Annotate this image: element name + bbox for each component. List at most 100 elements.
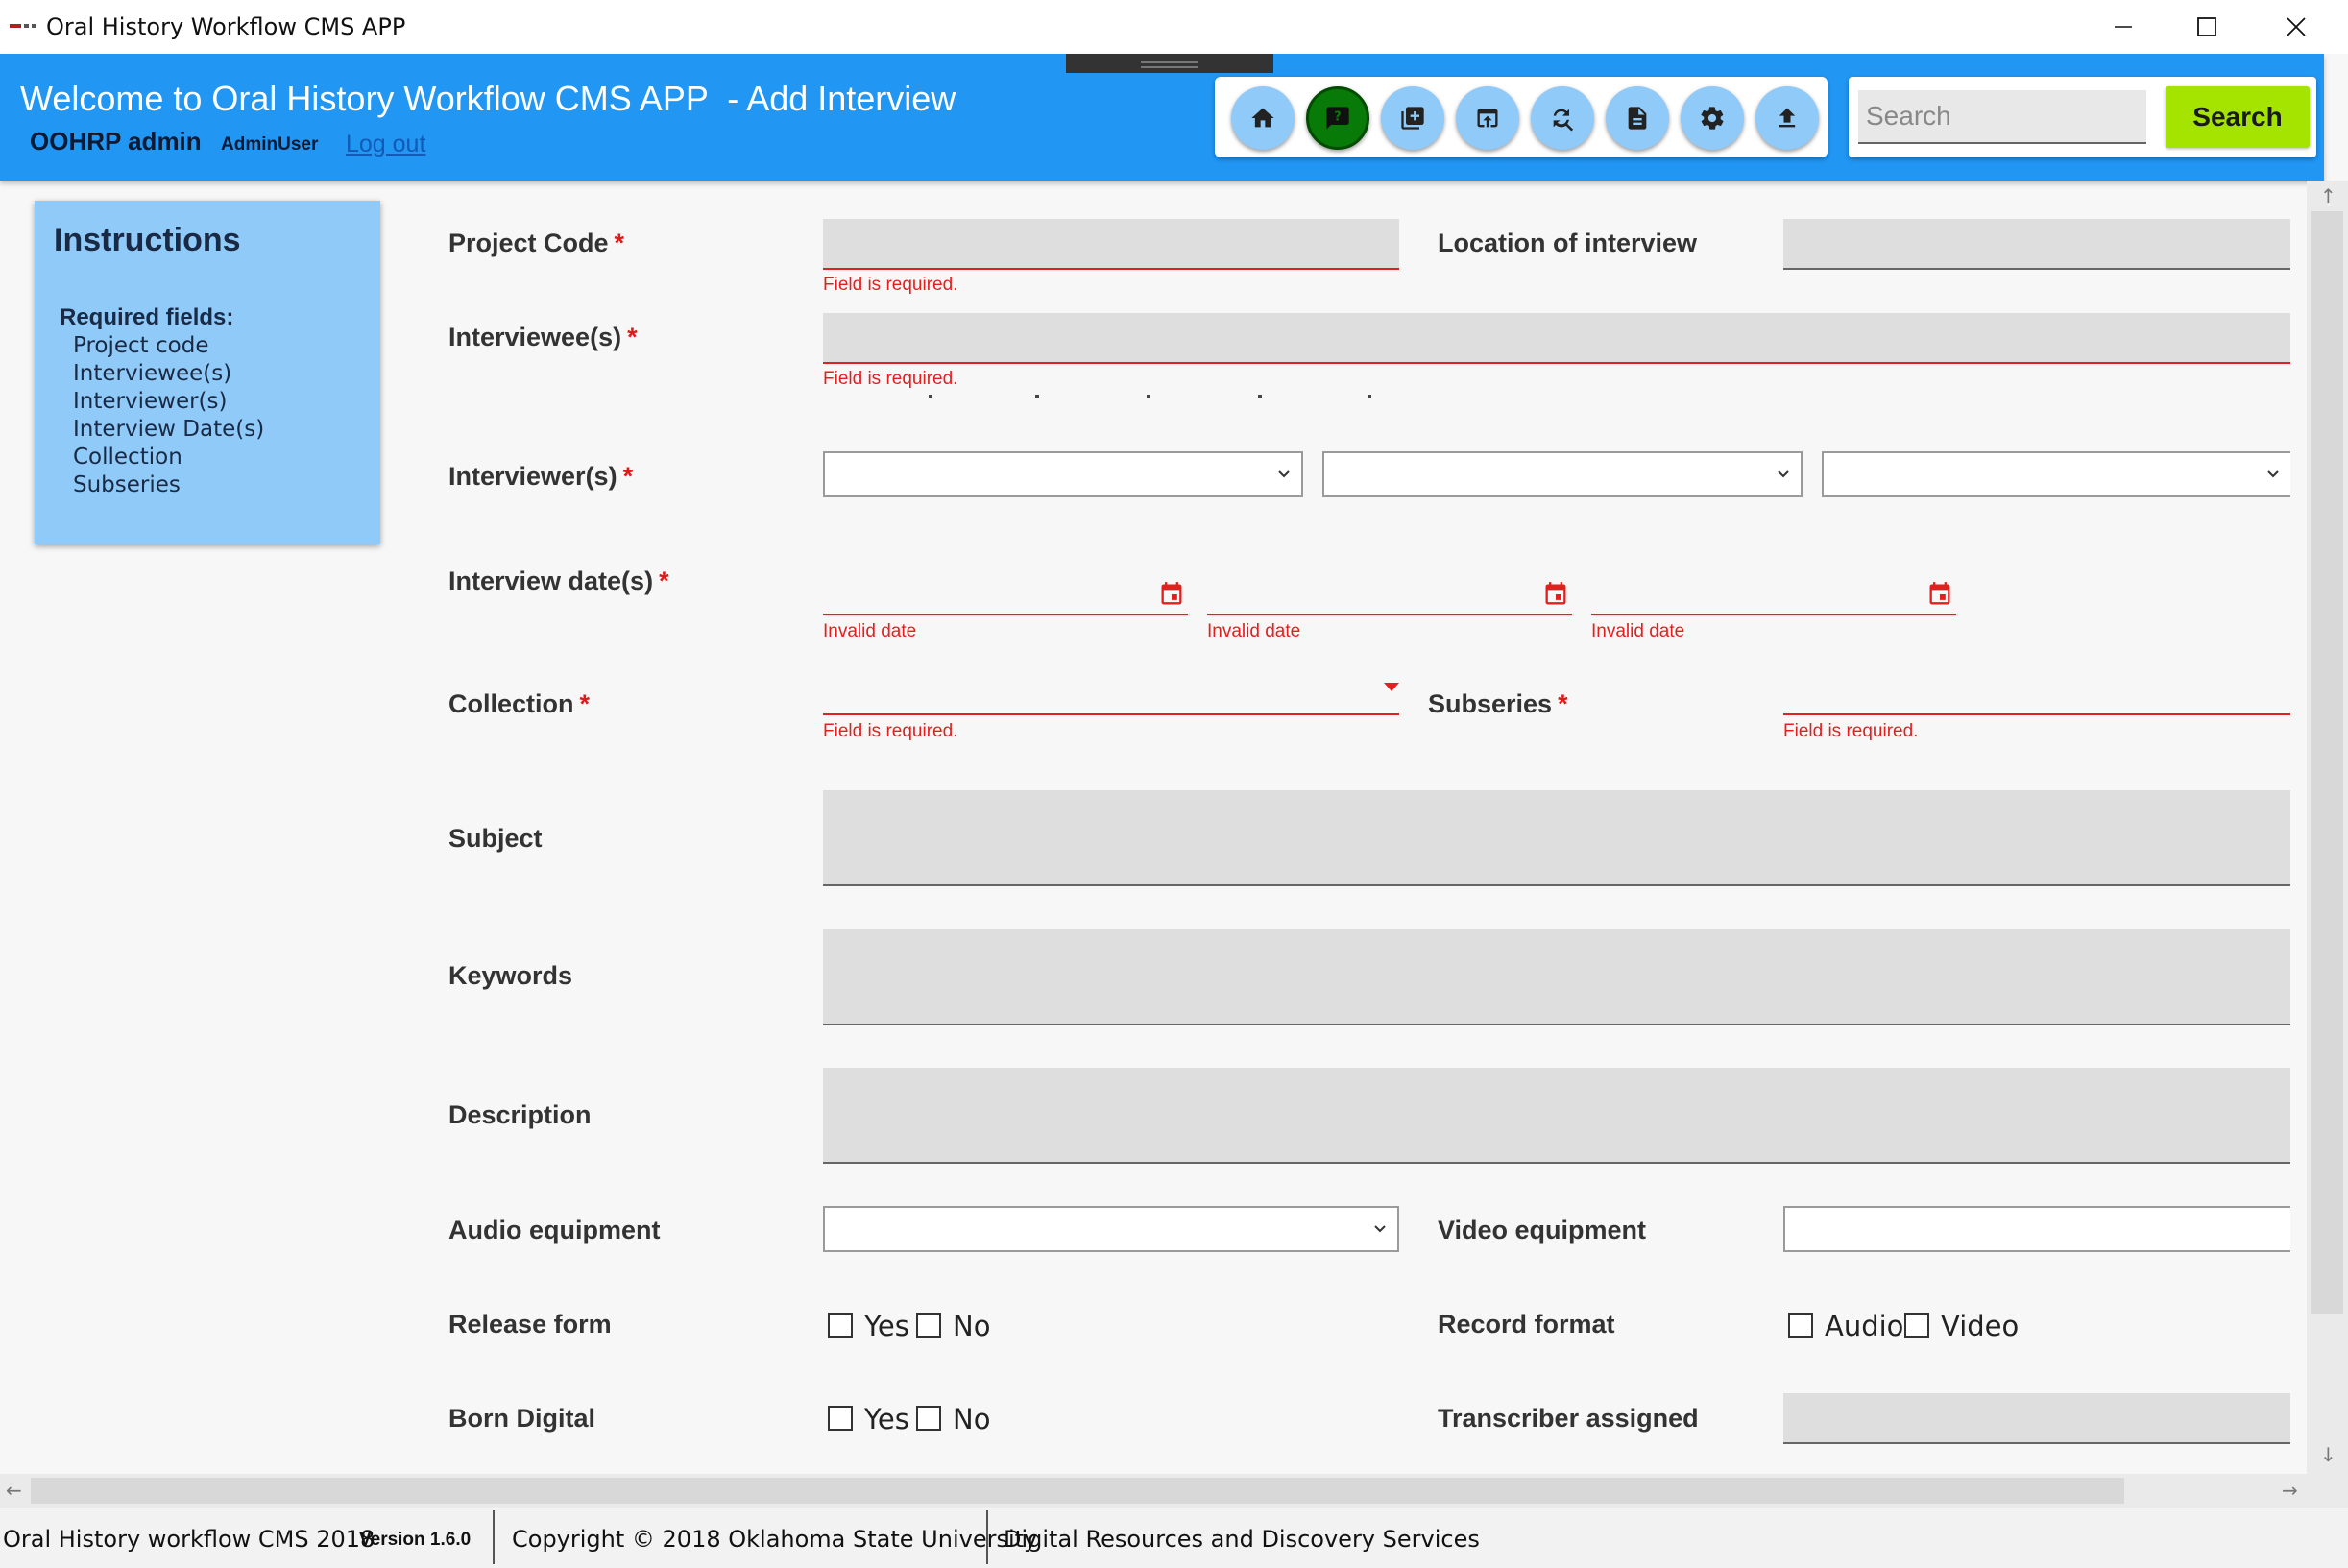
subject-label: Subject — [448, 824, 543, 853]
instructions-title: Instructions — [54, 222, 241, 258]
chevron-down-icon — [1778, 470, 1789, 478]
minimize-button[interactable] — [2079, 0, 2167, 54]
vertical-scrollbar[interactable]: ↑ ↓ — [2307, 181, 2348, 1474]
add-library-icon — [1401, 107, 1424, 130]
calendar-icon[interactable] — [1926, 580, 1953, 609]
description-label: Description — [448, 1100, 592, 1129]
app-header: Welcome to Oral History Workflow CMS APP… — [0, 54, 2324, 181]
record-format-audio-label: Audio — [1825, 1310, 1904, 1342]
project-code-error: Field is required. — [823, 275, 958, 295]
search-button[interactable]: Search — [2166, 86, 2310, 148]
vertical-scroll-thumb[interactable] — [2311, 211, 2343, 1314]
search-box: Search — [1849, 77, 2316, 157]
settings-icon — [1701, 107, 1724, 130]
collection-select[interactable] — [823, 713, 1399, 715]
upload-icon — [1779, 108, 1796, 128]
window-title-bar: Oral History Workflow CMS APP — [0, 0, 2348, 54]
record-format-audio-checkbox[interactable] — [1788, 1313, 1813, 1338]
interview-dates-label: Interview date(s) * — [448, 567, 669, 595]
location-label: Location of interview — [1438, 229, 1698, 257]
keywords-textarea[interactable] — [823, 929, 2290, 1025]
required-fields-list: Project code Interviewee(s) Interviewer(… — [73, 333, 264, 500]
release-form-no-checkbox[interactable] — [916, 1313, 941, 1338]
scroll-down-icon[interactable]: ↓ — [2320, 1443, 2336, 1466]
subject-textarea[interactable] — [823, 790, 2290, 886]
calendar-icon[interactable] — [1542, 580, 1569, 609]
interview-date-1[interactable] — [823, 614, 1188, 615]
calendar-icon[interactable] — [1158, 580, 1185, 609]
description-icon — [1628, 107, 1647, 130]
horizontal-scroll-thumb[interactable] — [31, 1478, 2124, 1504]
user-name: OOHRP admin — [30, 127, 202, 156]
svg-text:?: ? — [1334, 109, 1341, 124]
interview-date-3[interactable] — [1591, 614, 1956, 615]
caret-down-icon[interactable] — [1384, 683, 1399, 691]
footer-copyright: Copyright © 2018 Oklahoma State Universi… — [512, 1526, 1038, 1553]
chevron-down-icon — [1278, 470, 1290, 478]
close-button[interactable] — [2252, 0, 2340, 54]
add-interview-button[interactable] — [1381, 86, 1444, 150]
record-format-video-checkbox[interactable] — [1904, 1313, 1929, 1338]
close-icon — [2287, 17, 2306, 36]
feedback-icon: ? — [1326, 107, 1349, 130]
maximize-button[interactable] — [2163, 0, 2251, 54]
project-code-input[interactable] — [823, 219, 1399, 270]
feedback-button[interactable]: ? — [1306, 86, 1369, 150]
footer-divider — [493, 1510, 495, 1564]
location-input[interactable] — [1783, 219, 2290, 270]
collection-label: Collection * — [448, 689, 591, 718]
upload-button[interactable] — [1755, 86, 1819, 150]
born-digital-yes-label: Yes — [864, 1403, 909, 1435]
list-item: Collection — [73, 445, 182, 470]
release-form-no-label: No — [953, 1310, 991, 1342]
born-digital-no-checkbox[interactable] — [916, 1406, 941, 1431]
search-input[interactable] — [1858, 90, 2146, 144]
open-button[interactable] — [1456, 86, 1519, 150]
window-title: Oral History Workflow CMS APP — [46, 13, 406, 40]
born-digital-no-label: No — [953, 1403, 991, 1435]
interviewer-select-3[interactable] — [1822, 451, 2290, 497]
video-equipment-label: Video equipment — [1438, 1216, 1647, 1244]
documents-button[interactable] — [1606, 86, 1669, 150]
interview-date-2-error: Invalid date — [1207, 621, 1301, 641]
scroll-left-icon[interactable]: ← — [6, 1479, 22, 1502]
page-title: Welcome to Oral History Workflow CMS APP… — [20, 79, 956, 118]
minimize-icon — [2115, 26, 2132, 28]
home-button[interactable] — [1231, 86, 1295, 150]
interviewees-input[interactable] — [823, 313, 2290, 364]
logout-link[interactable]: Log out — [346, 131, 425, 158]
subseries-input[interactable] — [1783, 713, 2290, 715]
audio-equipment-label: Audio equipment — [448, 1216, 661, 1244]
release-form-yes-checkbox[interactable] — [828, 1313, 853, 1338]
list-item: Interviewee(s) — [73, 361, 232, 386]
drag-handle[interactable] — [1066, 54, 1273, 73]
transcriber-input[interactable] — [1783, 1393, 2290, 1444]
list-item: Interview Date(s) — [73, 417, 265, 442]
video-equipment-input[interactable] — [1783, 1206, 2290, 1252]
record-format-video-label: Video — [1941, 1310, 2020, 1342]
audio-equipment-select[interactable] — [823, 1206, 1399, 1252]
main-toolbar: ? — [1215, 77, 1828, 157]
scroll-right-icon[interactable]: → — [2282, 1479, 2298, 1502]
record-format-label: Record format — [1438, 1310, 1615, 1339]
find-replace-button[interactable] — [1531, 86, 1594, 150]
interviewer-select-1[interactable] — [823, 451, 1303, 497]
interviewer-select-2[interactable] — [1322, 451, 1803, 497]
chip-dot — [1147, 395, 1150, 398]
subseries-error: Field is required. — [1783, 721, 1919, 741]
description-textarea[interactable] — [823, 1068, 2290, 1164]
footer-department: Digital Resources and Discovery Services — [1004, 1526, 1480, 1553]
born-digital-yes-checkbox[interactable] — [828, 1406, 853, 1431]
app-icon — [10, 21, 38, 31]
born-digital-label: Born Digital — [448, 1404, 595, 1433]
instructions-panel: Instructions Required fields: Project co… — [35, 201, 380, 544]
interview-date-2[interactable] — [1207, 614, 1572, 615]
settings-button[interactable] — [1681, 86, 1744, 150]
keywords-label: Keywords — [448, 961, 573, 990]
list-item: Project code — [73, 333, 209, 358]
horizontal-scrollbar[interactable]: ← → — [0, 1474, 2348, 1508]
chip-dot — [1258, 395, 1262, 398]
scroll-up-icon[interactable]: ↑ — [2320, 184, 2336, 207]
interview-date-1-error: Invalid date — [823, 621, 917, 641]
home-icon — [1251, 108, 1274, 128]
